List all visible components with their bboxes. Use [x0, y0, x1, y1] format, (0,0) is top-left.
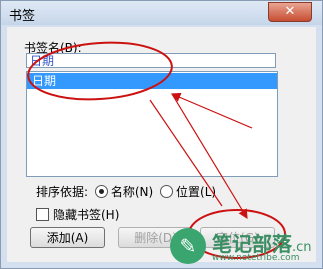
add-button[interactable]: 添加(A) [30, 227, 105, 248]
sort-by-location-radio[interactable] [160, 185, 174, 198]
pencil-icon: ✎ [170, 228, 206, 264]
site-watermark: ✎ 笔记部落.cn www.notetribe.com [168, 226, 318, 266]
list-item[interactable]: 日期 [27, 73, 277, 89]
dialog-title: 书签 [9, 9, 36, 24]
sort-by-location-label[interactable]: 位置(L) [176, 185, 216, 199]
title-bar: 书签 ✕ [1, 1, 322, 25]
sort-by-name-label[interactable]: 名称(N) [111, 185, 153, 199]
watermark-url: www.notetribe.com [212, 253, 300, 263]
hidden-bookmarks-row: 隐藏书签(H) [36, 206, 119, 223]
bookmark-name-input[interactable] [26, 53, 276, 68]
hidden-bookmarks-label[interactable]: 隐藏书签(H) [53, 208, 119, 222]
sort-by-group: 排序依据: 名称(N) 位置(L) [36, 183, 216, 200]
hidden-bookmarks-checkbox[interactable] [36, 208, 49, 221]
sort-by-label: 排序依据: [36, 185, 89, 199]
bookmark-list[interactable]: 日期 [26, 71, 278, 177]
sort-by-name-radio[interactable] [94, 185, 108, 198]
close-button[interactable]: ✕ [268, 2, 312, 22]
